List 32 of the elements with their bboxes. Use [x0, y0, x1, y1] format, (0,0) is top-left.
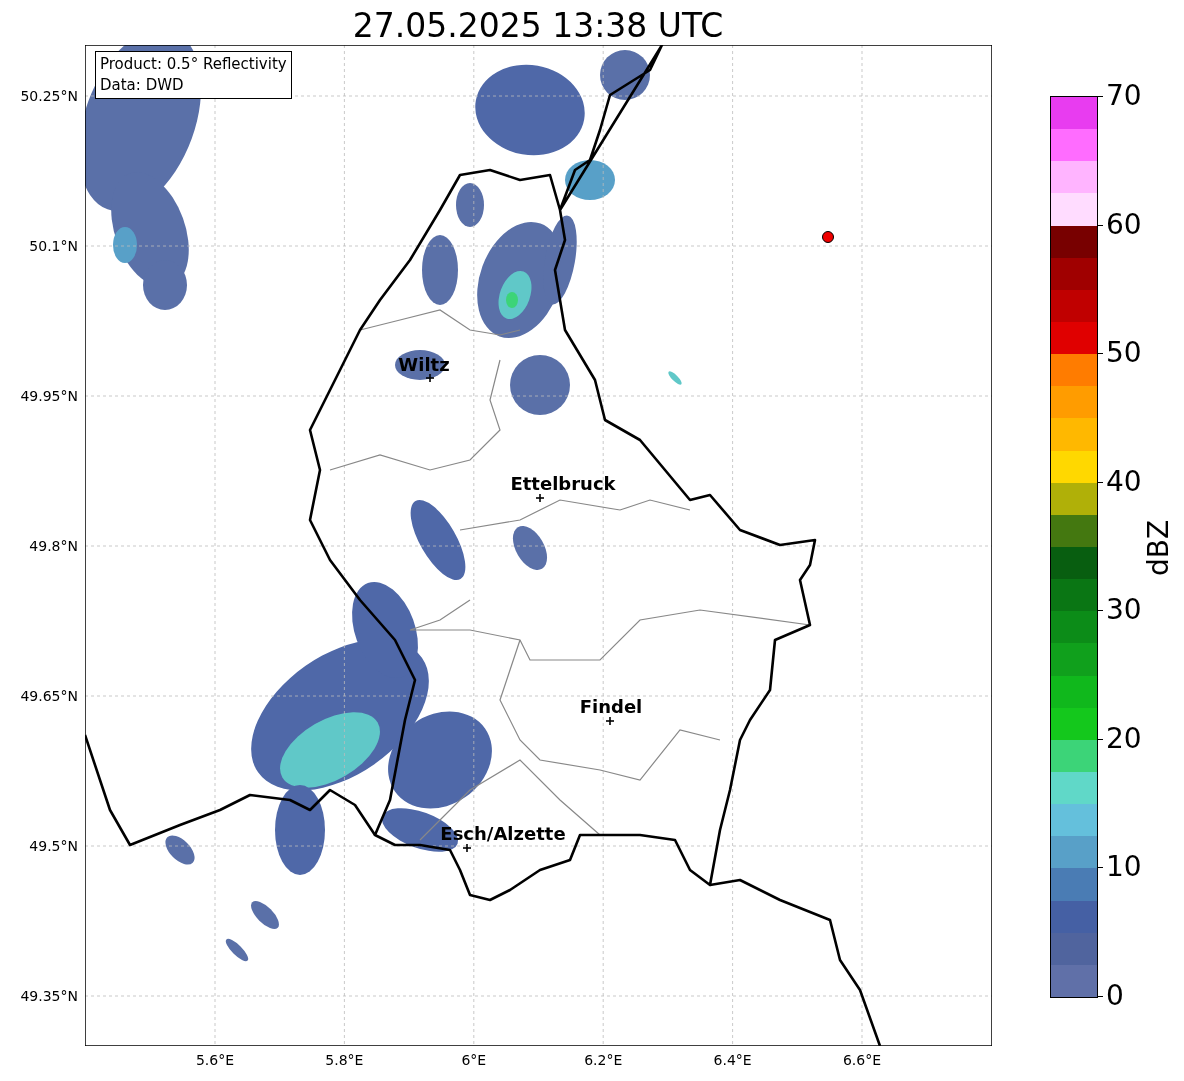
colorbar-tick-label: 70 [1105, 78, 1143, 114]
info-text: Data: DWD [100, 75, 185, 96]
axis-tick-label: 6.6°E [842, 1052, 882, 1068]
axis-tick-label: 5.6°E [195, 1052, 235, 1068]
axis-tick-label: 6.2°E [584, 1052, 623, 1068]
city-label: Ettelbruck [510, 474, 616, 493]
axis-tick-label: 49.5°N [29, 838, 78, 854]
axis-tick-label: 49.35°N [20, 988, 78, 1004]
city-marker-icon [605, 716, 615, 726]
colorbar-tick-label: 10 [1105, 849, 1143, 886]
axis-tick-label: 49.95°N [20, 388, 78, 404]
axis-tick-label: 6.4°E [713, 1052, 752, 1068]
axis-tick-label: 50.25°N [20, 88, 78, 104]
axis-tick-label: 5.8°E [325, 1052, 364, 1068]
axis-tick-label: 50.1°N [29, 238, 78, 254]
radar-site-icon [822, 231, 834, 243]
city-marker-icon [425, 373, 435, 383]
colorbar-tick-label: 30 [1105, 592, 1143, 629]
axis-tick-label: 49.65°N [20, 688, 78, 704]
chart-title: 27.05.2025 13:38 UTC [351, 6, 725, 46]
colorbar-tick-label: 20 [1105, 720, 1143, 757]
city-marker-icon [535, 493, 545, 503]
axis-tick-label: 6°E [461, 1052, 487, 1068]
colorbar-tick-label: 50 [1105, 335, 1143, 372]
colorbar-tick-label: 60 [1105, 206, 1143, 243]
info-text: Product: 0.5° Reflectivity [100, 54, 287, 75]
city-label: Findel [579, 697, 643, 716]
colorbar-tick-label: 40 [1105, 463, 1143, 500]
axis-tick-label: 49.8°N [29, 538, 78, 554]
colorbar-label: dBZ [1141, 519, 1175, 577]
colorbar-tick-label: 0 [1105, 978, 1125, 1014]
city-marker-icon [462, 843, 472, 853]
